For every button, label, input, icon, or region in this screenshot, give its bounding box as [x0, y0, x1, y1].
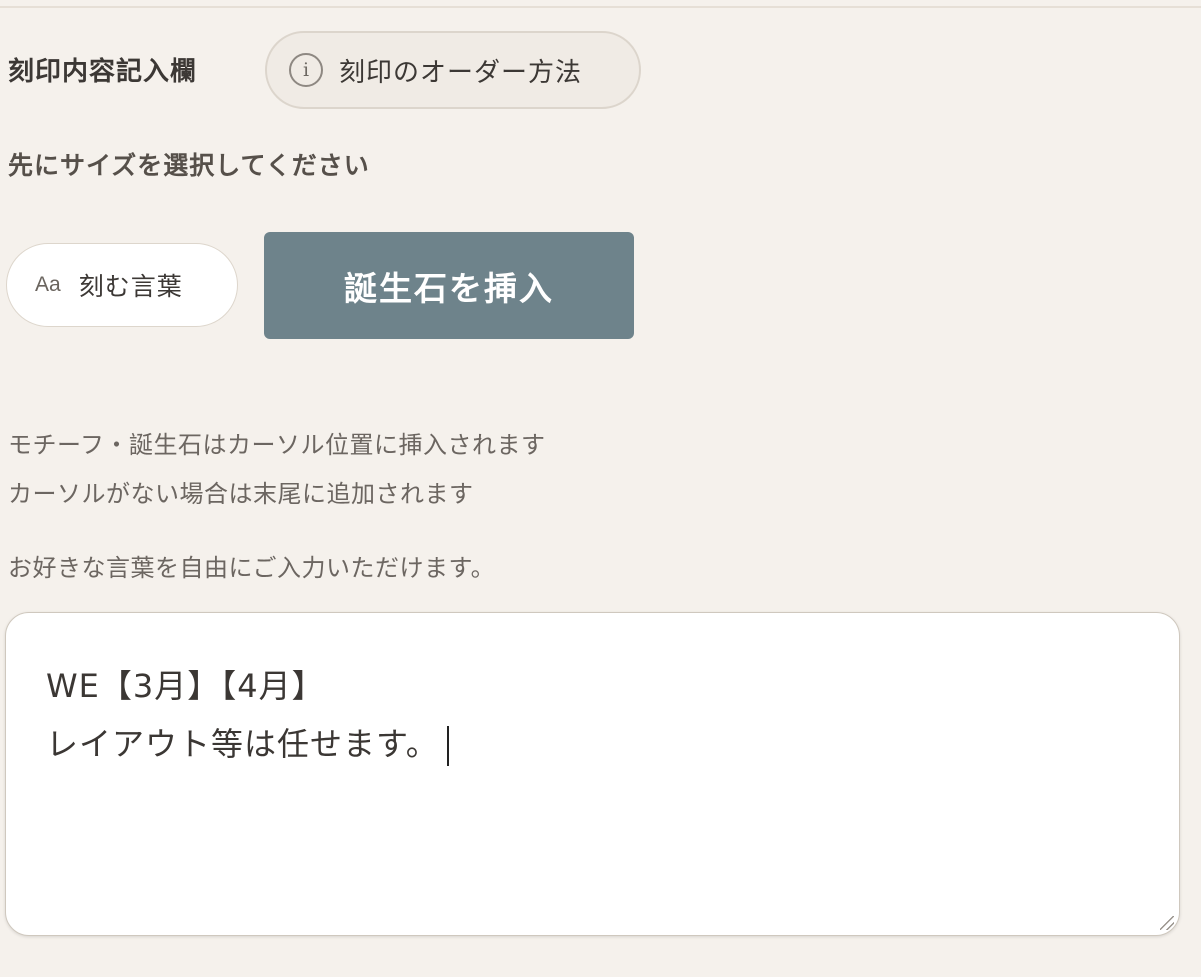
textarea-line: レイアウト等は任せます。 — [46, 715, 1139, 773]
size-instruction: 先にサイズを選択してください — [8, 151, 370, 180]
insert-position-note: モチーフ・誕生石はカーソル位置に挿入されます — [8, 431, 546, 459]
section-title: 刻印内容記入欄 — [8, 57, 198, 87]
free-input-note: お好きな言葉を自由にご入力いただけます。 — [8, 554, 496, 582]
top-divider — [0, 0, 1201, 8]
insert-birthstone-button[interactable]: 誕生石を挿入 — [264, 232, 634, 339]
text-style-icon: Aa — [35, 273, 61, 296]
resize-handle-icon[interactable] — [1160, 916, 1174, 930]
info-icon: i — [289, 53, 323, 87]
textarea-line: WE【3月】【4月】 — [46, 667, 325, 705]
order-method-button[interactable]: i 刻印のオーダー方法 — [265, 31, 641, 109]
engrave-words-button[interactable]: Aa 刻む言葉 — [6, 243, 238, 327]
textarea-line-text: レイアウト等は任せます。 — [46, 725, 439, 763]
no-cursor-note: カーソルがない場合は末尾に追加されます — [8, 480, 474, 508]
order-method-label: 刻印のオーダー方法 — [339, 57, 583, 88]
engraving-textarea[interactable]: WE【3月】【4月】 レイアウト等は任せます。 — [5, 612, 1180, 936]
engrave-words-label: 刻む言葉 — [78, 272, 183, 301]
text-cursor — [446, 726, 449, 766]
insert-birthstone-label: 誕生石を挿入 — [344, 268, 554, 308]
